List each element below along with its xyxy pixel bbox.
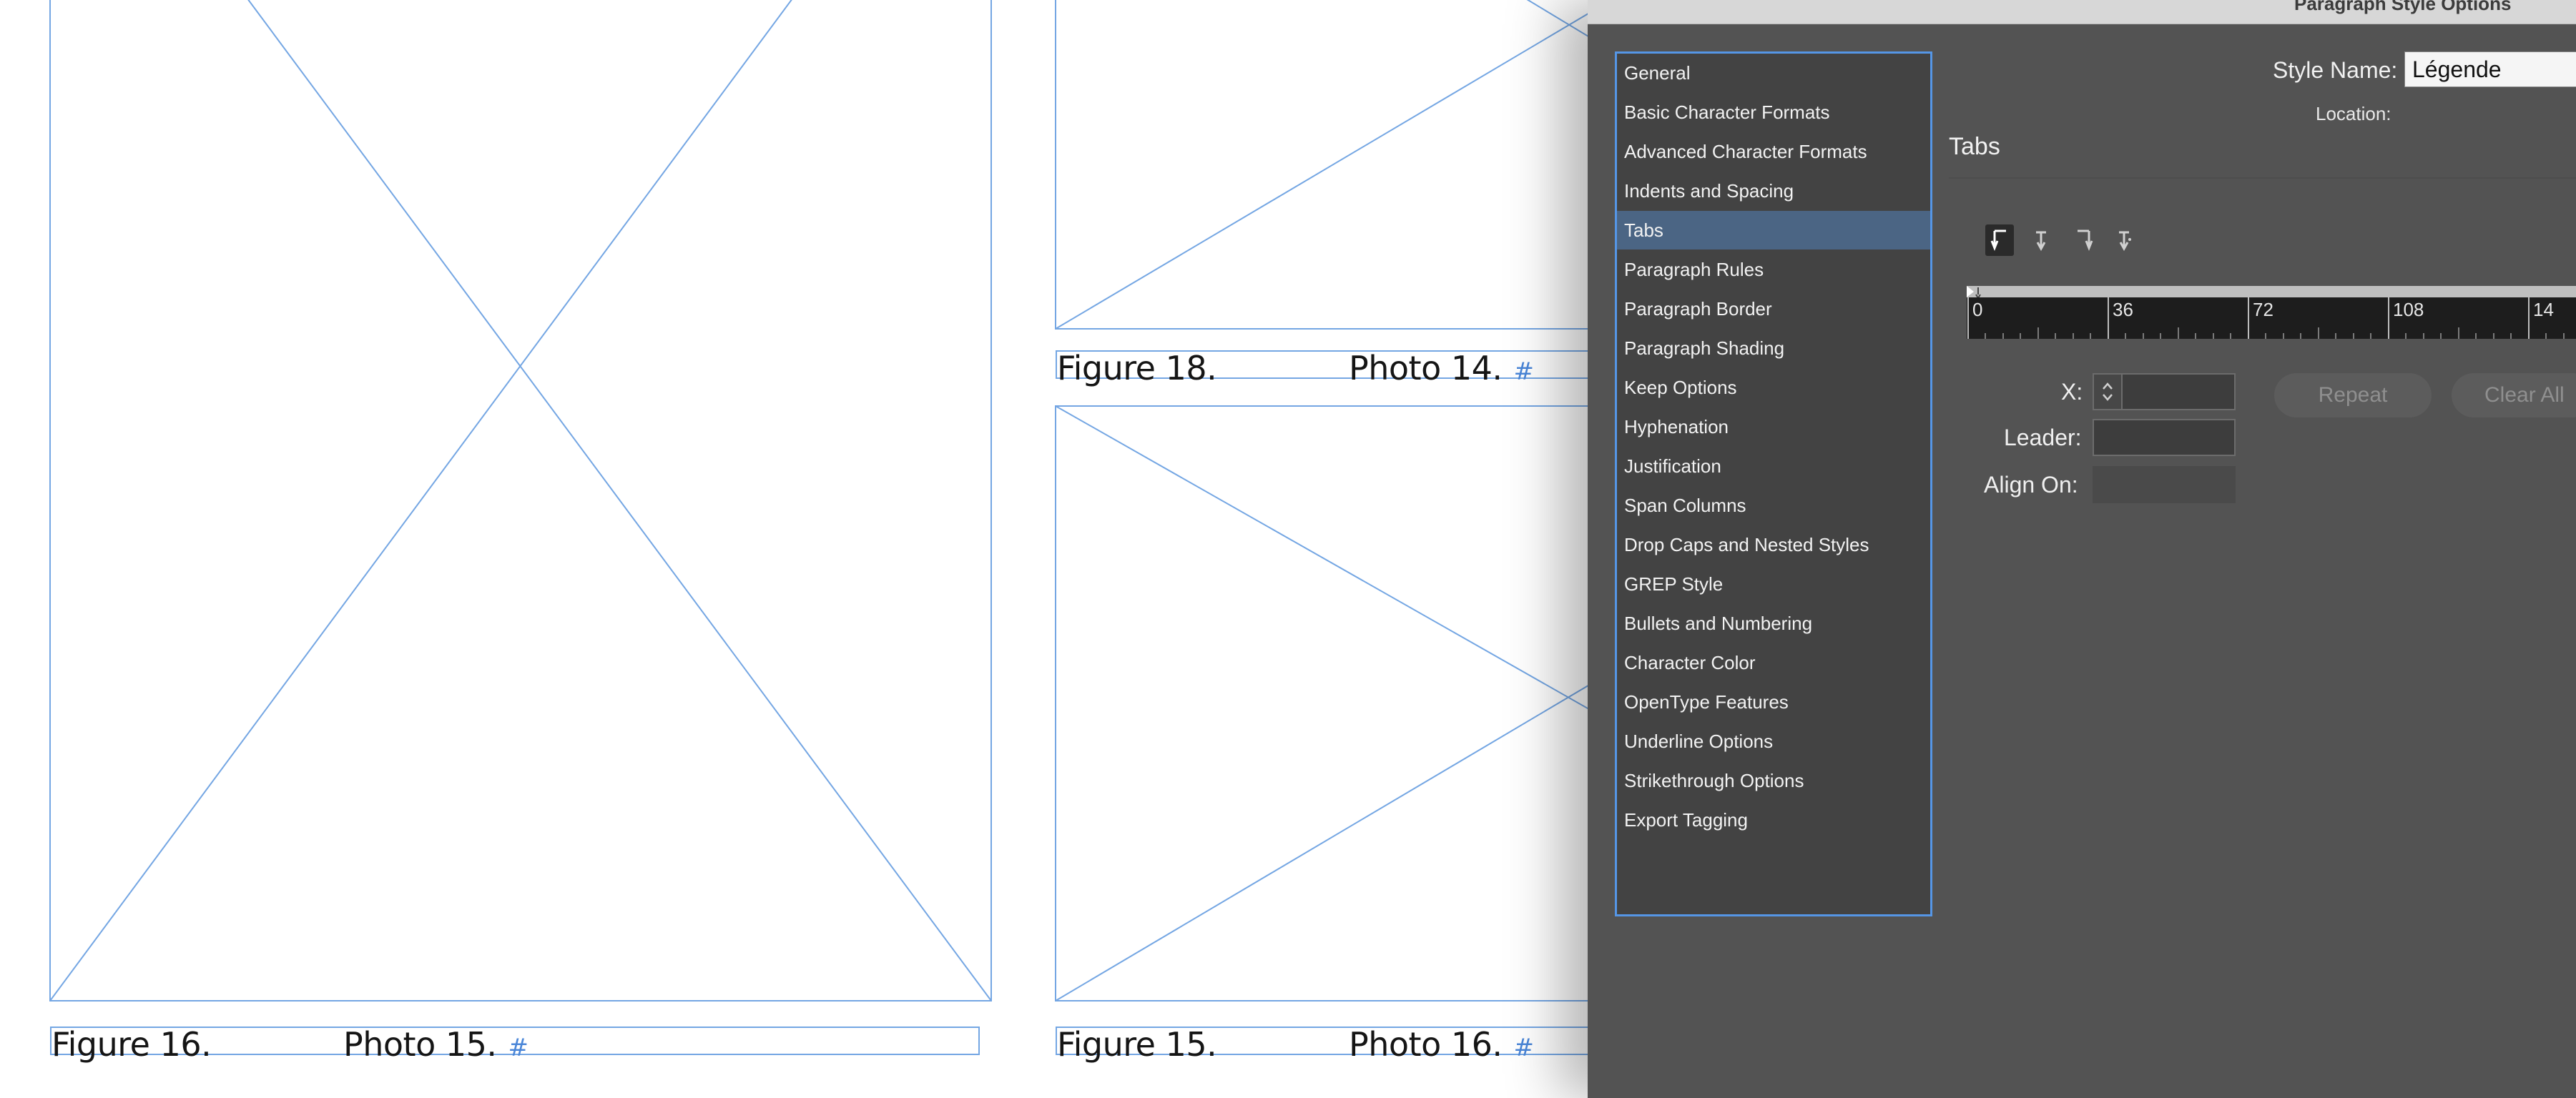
tab-ruler-track[interactable]	[1967, 286, 2576, 297]
style-name-input[interactable]	[2404, 51, 2576, 87]
dialog-title-bar[interactable]: Paragraph Style Options	[1588, 0, 2576, 24]
category-basic-character-formats[interactable]: Basic Character Formats	[1617, 93, 1930, 132]
section-title: Tabs	[1949, 133, 2000, 160]
caption-figure-label: Figure 16.	[51, 1025, 212, 1064]
caption-photo-label: Photo 15. #	[343, 1025, 529, 1064]
image-frame-top-right[interactable]	[1055, 0, 1595, 330]
category-export-tagging[interactable]: Export Tagging	[1617, 801, 1930, 839]
x-position-input[interactable]	[2121, 373, 2236, 410]
leader-input[interactable]	[2093, 419, 2236, 456]
category-advanced-character-formats[interactable]: Advanced Character Formats	[1617, 132, 1930, 171]
leader-label: Leader:	[2004, 425, 2082, 450]
clear-all-tabs-button[interactable]: Clear All	[2452, 373, 2576, 417]
caption-figure-label: Figure 15.	[1057, 1025, 1217, 1064]
location-label: Location:	[2316, 103, 2391, 124]
hidden-character-hash: #	[1513, 357, 1535, 386]
left-justified-tab-icon	[1990, 229, 2006, 252]
hidden-character-hash: #	[508, 1034, 529, 1062]
dialog-title: Paragraph Style Options	[2294, 0, 2512, 14]
ruler-label: 72	[2253, 299, 2273, 320]
align-to-decimal-tab-icon	[2119, 231, 2131, 252]
category-underline-options[interactable]: Underline Options	[1617, 722, 1930, 761]
category-keep-options[interactable]: Keep Options	[1617, 368, 1930, 407]
caption-photo-label: Photo 16. #	[1349, 1025, 1534, 1064]
category-bullets-and-numbering[interactable]: Bullets and Numbering	[1617, 604, 1930, 643]
ruler-label: 14	[2533, 299, 2554, 320]
ruler-label: 36	[2113, 299, 2133, 320]
category-character-color[interactable]: Character Color	[1617, 643, 1930, 682]
right-justified-tab-icon	[2078, 229, 2093, 252]
category-grep-style[interactable]: GREP Style	[1617, 565, 1930, 603]
category-drop-caps-and-nested-styles[interactable]: Drop Caps and Nested Styles	[1617, 525, 1930, 564]
hidden-character-hash: #	[1513, 1034, 1535, 1062]
repeat-tab-button[interactable]: Repeat	[2274, 373, 2432, 417]
caption-frame-left[interactable]: Figure 16. Photo 15. #	[50, 1025, 980, 1064]
ruler-label: 108	[2393, 299, 2424, 320]
category-justification[interactable]: Justification	[1617, 447, 1930, 485]
x-position-label: X:	[2061, 379, 2083, 405]
category-paragraph-shading[interactable]: Paragraph Shading	[1617, 329, 1930, 367]
paragraph-style-options-dialog: Paragraph Style Options General Basic Ch…	[1588, 0, 2576, 1098]
category-span-columns[interactable]: Span Columns	[1617, 486, 1930, 525]
caption-figure-label: Figure 18.	[1057, 349, 1217, 387]
left-justified-tab-button[interactable]	[1985, 224, 2014, 256]
category-general[interactable]: General	[1617, 54, 1930, 92]
image-frame-left[interactable]	[49, 0, 992, 1001]
category-paragraph-rules[interactable]: Paragraph Rules	[1617, 250, 1930, 289]
category-opentype-features[interactable]: OpenType Features	[1617, 683, 1930, 721]
x-position-stepper[interactable]	[2093, 373, 2121, 410]
caption-frame-bottom-right[interactable]: Figure 15. Photo 16. #	[1056, 1025, 1599, 1064]
style-name-label: Style Name:	[2273, 57, 2398, 83]
center-justified-tab-button[interactable]	[2027, 224, 2055, 256]
ruler-label: 0	[1972, 299, 1983, 320]
align-on-label: Align On:	[1984, 472, 2078, 498]
stepper-arrows-icon[interactable]	[2100, 379, 2115, 405]
caption-photo-label: Photo 14. #	[1349, 349, 1534, 387]
category-list[interactable]: General Basic Character Formats Advanced…	[1615, 51, 1932, 916]
right-justified-tab-button[interactable]	[2070, 224, 2098, 256]
category-strikethrough-options[interactable]: Strikethrough Options	[1617, 761, 1930, 800]
category-indents-and-spacing[interactable]: Indents and Spacing	[1617, 172, 1930, 210]
category-tabs[interactable]: Tabs	[1617, 211, 1930, 249]
align-on-input[interactable]	[2093, 466, 2236, 503]
section-divider	[1949, 177, 2576, 179]
align-to-decimal-tab-button[interactable]	[2110, 224, 2138, 256]
caption-frame-top-right[interactable]: Figure 18. Photo 14. #	[1056, 349, 1599, 387]
category-paragraph-border[interactable]: Paragraph Border	[1617, 290, 1930, 328]
image-frame-bottom-right[interactable]	[1055, 405, 1595, 1001]
category-hyphenation[interactable]: Hyphenation	[1617, 407, 1930, 446]
placeholder-frames	[49, 0, 1595, 1001]
tab-ruler[interactable]: 0 36 72 108 14	[1967, 286, 2576, 339]
center-justified-tab-icon	[2036, 231, 2046, 252]
